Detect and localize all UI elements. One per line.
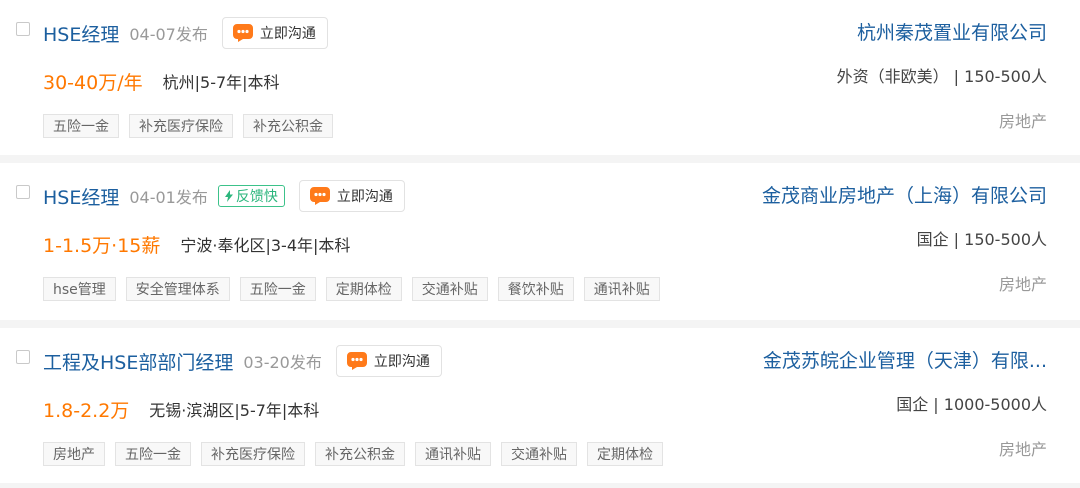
job-title[interactable]: HSE经理 (43, 20, 119, 47)
job-location-experience-education: 杭州|5-7年|本科 (162, 73, 280, 92)
chat-now-label: 立即沟通 (336, 189, 393, 205)
company-name[interactable]: 杭州秦茂置业有限公司 (857, 17, 1047, 49)
benefit-tags: 五险一金 补充医疗保险 补充公积金 (43, 114, 343, 138)
company-type-size: 国企 | 150-500人 (916, 230, 1047, 249)
title-row: 工程及HSE部部门经理 03-20发布 立即沟通 (43, 345, 442, 377)
benefit-tag: 安全管理体系 (125, 277, 230, 301)
job-title[interactable]: 工程及HSE部部门经理 (43, 348, 233, 375)
company-industry: 房地产 (998, 112, 1047, 131)
fast-response-label: 反馈快 (235, 189, 278, 205)
company-name[interactable]: 金茂商业房地产（上海）有限公司 (762, 180, 1047, 212)
job-location-experience-education: 宁波·奉化区|3-4年|本科 (180, 236, 351, 255)
company-industry: 房地产 (998, 275, 1047, 294)
benefit-tags: 房地产 五险一金 补充医疗保险 补充公积金 通讯补贴 交通补贴 定期体检 (43, 442, 673, 466)
job-card[interactable]: 工程及HSE部部门经理 03-20发布 立即沟通 1.8-2.2万 无锡·滨湖区… (0, 328, 1080, 483)
job-card[interactable]: HSE经理 04-01发布 反馈快 立即沟通 1-1.5万·15薪 宁波·奉化区… (0, 163, 1080, 320)
benefit-tag: 补充公积金 (315, 442, 405, 466)
info-row: 1-1.5万·15薪 宁波·奉化区|3-4年|本科 (43, 229, 350, 259)
chat-now-label: 立即沟通 (259, 26, 316, 42)
company-industry: 房地产 (998, 440, 1047, 459)
fast-response-badge: 反馈快 (217, 185, 285, 207)
chat-now-button[interactable]: 立即沟通 (335, 345, 442, 377)
salary: 1-1.5万·15薪 (43, 234, 161, 257)
job-list: HSE经理 04-07发布 立即沟通 30-40万/年 杭州|5-7年|本科 五… (0, 0, 1080, 488)
info-row: 1.8-2.2万 无锡·滨湖区|5-7年|本科 (43, 394, 319, 424)
chat-now-label: 立即沟通 (373, 354, 430, 370)
salary: 30-40万/年 (43, 71, 143, 94)
chat-now-button[interactable]: 立即沟通 (221, 17, 328, 49)
company-name[interactable]: 金茂苏皖企业管理（天津）有限... (763, 345, 1047, 377)
chat-bubble-icon (309, 186, 331, 206)
chat-now-button[interactable]: 立即沟通 (298, 180, 405, 212)
benefit-tags: hse管理 安全管理体系 五险一金 定期体检 交通补贴 餐饮补贴 通讯补贴 (43, 277, 670, 301)
chat-bubble-icon (346, 351, 368, 371)
chat-bubble-icon (232, 23, 254, 43)
info-row: 30-40万/年 杭州|5-7年|本科 (43, 66, 280, 96)
publish-date: 03-20发布 (243, 353, 322, 372)
benefit-tag: 定期体检 (587, 442, 663, 466)
job-location-experience-education: 无锡·滨湖区|5-7年|本科 (149, 401, 320, 420)
benefit-tag: 补充医疗保险 (201, 442, 305, 466)
benefit-tag: 五险一金 (239, 277, 316, 301)
benefit-tag: 五险一金 (43, 114, 119, 138)
lightning-icon (224, 190, 233, 202)
benefit-tag: hse管理 (43, 277, 116, 301)
title-row: HSE经理 04-01发布 反馈快 立即沟通 (43, 180, 405, 212)
benefit-tag: 通讯补贴 (583, 277, 660, 301)
company-type-size: 国企 | 1000-5000人 (896, 395, 1047, 414)
publish-date: 04-07发布 (129, 25, 208, 44)
company-type-size: 外资（非欧美） | 150-500人 (836, 67, 1047, 86)
benefit-tag: 补充公积金 (243, 114, 333, 138)
benefit-tag: 交通补贴 (501, 442, 577, 466)
benefit-tag: 餐饮补贴 (497, 277, 574, 301)
benefit-tag: 五险一金 (115, 442, 191, 466)
benefit-tag: 补充医疗保险 (129, 114, 233, 138)
benefit-tag: 通讯补贴 (415, 442, 491, 466)
select-checkbox[interactable] (16, 350, 30, 364)
benefit-tag: 交通补贴 (411, 277, 488, 301)
job-title[interactable]: HSE经理 (43, 183, 119, 210)
title-row: HSE经理 04-07发布 立即沟通 (43, 17, 328, 49)
benefit-tag: 定期体检 (325, 277, 402, 301)
salary: 1.8-2.2万 (43, 399, 130, 422)
select-checkbox[interactable] (16, 185, 30, 199)
select-checkbox[interactable] (16, 22, 30, 36)
benefit-tag: 房地产 (43, 442, 105, 466)
job-card[interactable]: HSE经理 04-07发布 立即沟通 30-40万/年 杭州|5-7年|本科 五… (0, 0, 1080, 155)
publish-date: 04-01发布 (129, 188, 208, 207)
